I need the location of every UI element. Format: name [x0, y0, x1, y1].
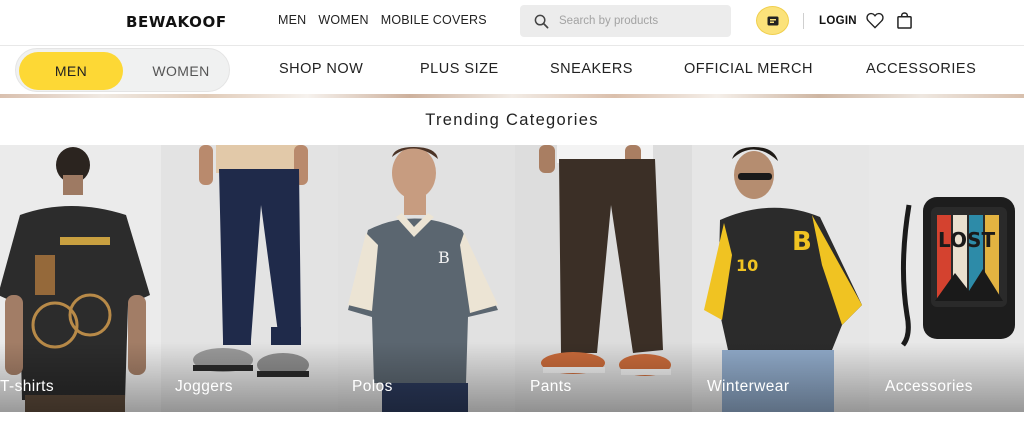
cat-accessories[interactable]: ACCESSORIES [866, 61, 976, 77]
logo-text: BEWAKOOF [126, 13, 227, 31]
top-nav: MEN WOMEN MOBILE COVERS [278, 13, 499, 27]
tile-label: Accessories [885, 378, 973, 395]
cat-shop-now[interactable]: SHOP NOW [279, 61, 363, 77]
cat-official-merch[interactable]: OFFICIAL MERCH [684, 61, 813, 77]
search-icon [534, 14, 549, 28]
gender-switch: MEN WOMEN [15, 48, 230, 92]
trending-categories-grid: T-shirts Joggers B Polos Pants B 10 Wint… [0, 145, 1024, 412]
brand-logo[interactable]: BEWAKOOF [126, 12, 227, 32]
category-tile-winterwear[interactable]: B 10 Winterwear [692, 145, 869, 412]
tile-shade [161, 342, 338, 412]
login-link[interactable]: LOGIN [819, 15, 857, 27]
top-nav-men[interactable]: MEN [278, 13, 306, 27]
category-tile-joggers[interactable]: Joggers [161, 145, 338, 412]
category-tile-tshirts[interactable]: T-shirts [0, 145, 161, 412]
top-nav-mobile-covers[interactable]: MOBILE COVERS [381, 13, 487, 27]
header-divider [803, 13, 804, 29]
promo-button[interactable] [756, 6, 789, 35]
svg-text:B: B [438, 248, 450, 267]
gender-women-tab[interactable]: WOMEN [136, 52, 226, 90]
tile-label: Polos [352, 378, 393, 395]
tile-shade [338, 342, 515, 412]
tile-label: Winterwear [707, 378, 790, 395]
cat-plus-size[interactable]: PLUS SIZE [420, 61, 499, 77]
category-bar: MEN WOMEN SHOP NOW PLUS SIZE SNEAKERS OF… [0, 46, 1024, 94]
tile-shade [692, 342, 869, 412]
tile-shade [869, 342, 1024, 412]
svg-text:LOST: LOST [938, 228, 995, 252]
search-box[interactable] [520, 5, 731, 37]
tile-label: Joggers [175, 378, 233, 395]
top-nav-women[interactable]: WOMEN [318, 13, 368, 27]
svg-text:10: 10 [736, 256, 758, 275]
tile-shade [0, 342, 161, 412]
category-tile-accessories[interactable]: LOST Accessories [869, 145, 1024, 412]
svg-text:B: B [792, 227, 812, 257]
top-header: BEWAKOOF MEN WOMEN MOBILE COVERS LOGIN [0, 0, 1024, 46]
tile-shade [515, 342, 692, 412]
search-input[interactable] [559, 15, 719, 27]
tile-label: Pants [530, 378, 572, 395]
promo-icon [767, 16, 778, 25]
tile-label: T-shirts [0, 378, 55, 395]
bag-icon[interactable] [897, 12, 912, 29]
category-tile-polos[interactable]: B Polos [338, 145, 515, 412]
section-title: Trending Categories [425, 111, 599, 129]
category-tile-pants[interactable]: Pants [515, 145, 692, 412]
cat-sneakers[interactable]: SNEAKERS [550, 61, 633, 77]
gender-men-tab[interactable]: MEN [19, 52, 123, 90]
heart-icon[interactable] [866, 12, 884, 29]
banner-strip [0, 94, 1024, 98]
